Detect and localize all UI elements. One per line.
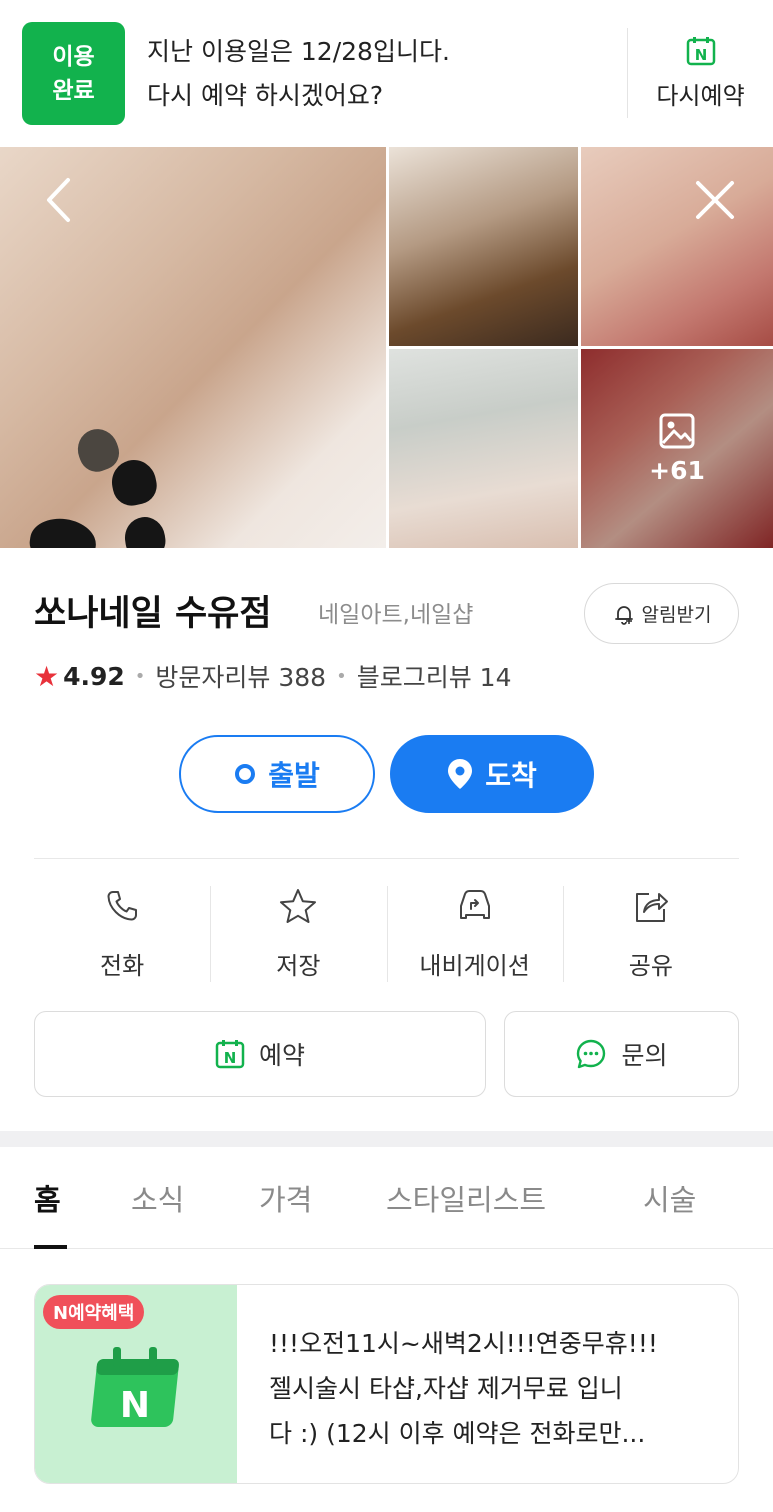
visitor-reviews-link[interactable]: 방문자리뷰 388 [155,658,326,694]
promo-badge: N예약혜택 [43,1295,145,1329]
inquiry-label: 문의 [621,1041,668,1070]
close-button[interactable] [690,175,740,225]
revisit-notice: 이용 완료 지난 이용일은 12/28입니다. 다시 예약 하시겠어요? N 다… [0,0,773,147]
chat-bubble-icon [577,1039,606,1069]
promo-line-3: 다 :) (12시 이후 예약은 전화로만... [269,1419,646,1448]
gallery-photo-2[interactable] [581,147,773,346]
gallery-photo-1[interactable] [389,147,578,346]
section-divider [0,1131,773,1147]
active-tab-indicator [34,1245,67,1249]
call-action[interactable]: 전화 [34,882,210,986]
naver-calendar-icon: N [91,1347,179,1427]
tab-bar: 홈 소식 가격 스타일리스트 시술 [0,1147,773,1249]
gallery-photo-3[interactable] [389,349,578,548]
depart-button[interactable]: 출발 [179,735,375,813]
depart-label: 출발 [268,759,320,792]
bell-plus-icon [614,605,633,625]
share-action[interactable]: 공유 [562,882,739,986]
call-label: 전화 [100,952,145,980]
more-photos-button[interactable]: +61 [581,349,773,548]
arrive-button[interactable]: 도착 [390,735,594,813]
promo-description: !!!오전11시~새벽2시!!!연중무휴!!! 젤시술시 타샵,자샵 제거무료 … [269,1321,709,1456]
naver-calendar-icon: N [215,1040,245,1069]
reserve-button[interactable]: N 예약 [34,1011,486,1097]
notice-message: 지난 이용일은 12/28입니다. 다시 예약 하시겠어요? [147,30,450,118]
separator-dot: • [336,665,347,687]
tab-stylist[interactable]: 스타일리스트 [386,1177,546,1219]
promo-line-1: !!!오전11시~새벽2시!!!연중무휴!!! [269,1329,658,1358]
place-category: 네일아트,네일샵 [318,602,474,628]
naver-calendar-icon: N [686,36,716,66]
phone-icon [107,891,138,921]
reservation-benefit-card[interactable]: N예약혜택 N !!!오전11시~새벽2시!!!연중무휴!!! 젤시술시 타샵,… [34,1284,739,1484]
promo-line-2: 젤시술시 타샵,자샵 제거무료 입니 [269,1374,623,1403]
share-icon [635,893,668,922]
usage-complete-badge: 이용 완료 [22,22,125,125]
place-name: 쏘나네일 수유점 [34,594,272,634]
rebook-button[interactable]: N 다시예약 [628,28,773,118]
close-icon [696,181,734,219]
star-filled-icon: ★ [34,659,60,693]
rebook-label: 다시예약 [656,81,745,110]
rating-row: ★ 4.92 • 방문자리뷰 388 • 블로그리뷰 14 [34,658,511,694]
badge-line-2: 완료 [52,77,95,104]
svg-text:N: N [224,1049,237,1067]
save-action[interactable]: 저장 [210,882,386,986]
origin-dot-icon [235,764,256,784]
svg-text:N: N [120,1385,150,1426]
star-outline-icon [280,889,317,923]
location-pin-icon [448,759,473,789]
promo-image: N예약혜택 N [35,1285,237,1483]
badge-line-1: 이용 [52,43,95,70]
blog-reviews-link[interactable]: 블로그리뷰 14 [357,658,512,694]
notice-message-line-1: 지난 이용일은 12/28입니다. [147,37,450,66]
alarm-subscribe-label: 알림받기 [641,604,712,626]
quick-actions: 전화 저장 내비게이션 공유 [34,882,739,986]
tab-news[interactable]: 소식 [131,1177,184,1219]
navigation-label: 내비게이션 [419,952,530,980]
car-navigation-icon [459,890,490,919]
more-photos-count: +61 [649,456,705,485]
tab-home[interactable]: 홈 [34,1177,61,1219]
save-label: 저장 [276,952,321,980]
alarm-subscribe-button[interactable]: 알림받기 [584,583,739,644]
back-button[interactable] [34,175,84,225]
tab-price[interactable]: 가격 [259,1177,312,1219]
image-icon [659,413,695,449]
reserve-label: 예약 [258,1041,305,1070]
notice-message-line-2: 다시 예약 하시겠어요? [147,81,384,110]
share-label: 공유 [628,952,673,980]
inquiry-button[interactable]: 문의 [504,1011,739,1097]
separator-dot: • [134,665,146,687]
rating-value: 4.92 [63,661,125,691]
svg-text:N: N [694,46,707,64]
photo-gallery[interactable]: +61 [0,147,773,548]
arrive-label: 도착 [485,759,537,792]
chevron-left-icon [47,178,70,222]
divider [34,858,739,859]
tab-treatment[interactable]: 시술 [643,1177,696,1219]
navigation-action[interactable]: 내비게이션 [386,882,563,986]
